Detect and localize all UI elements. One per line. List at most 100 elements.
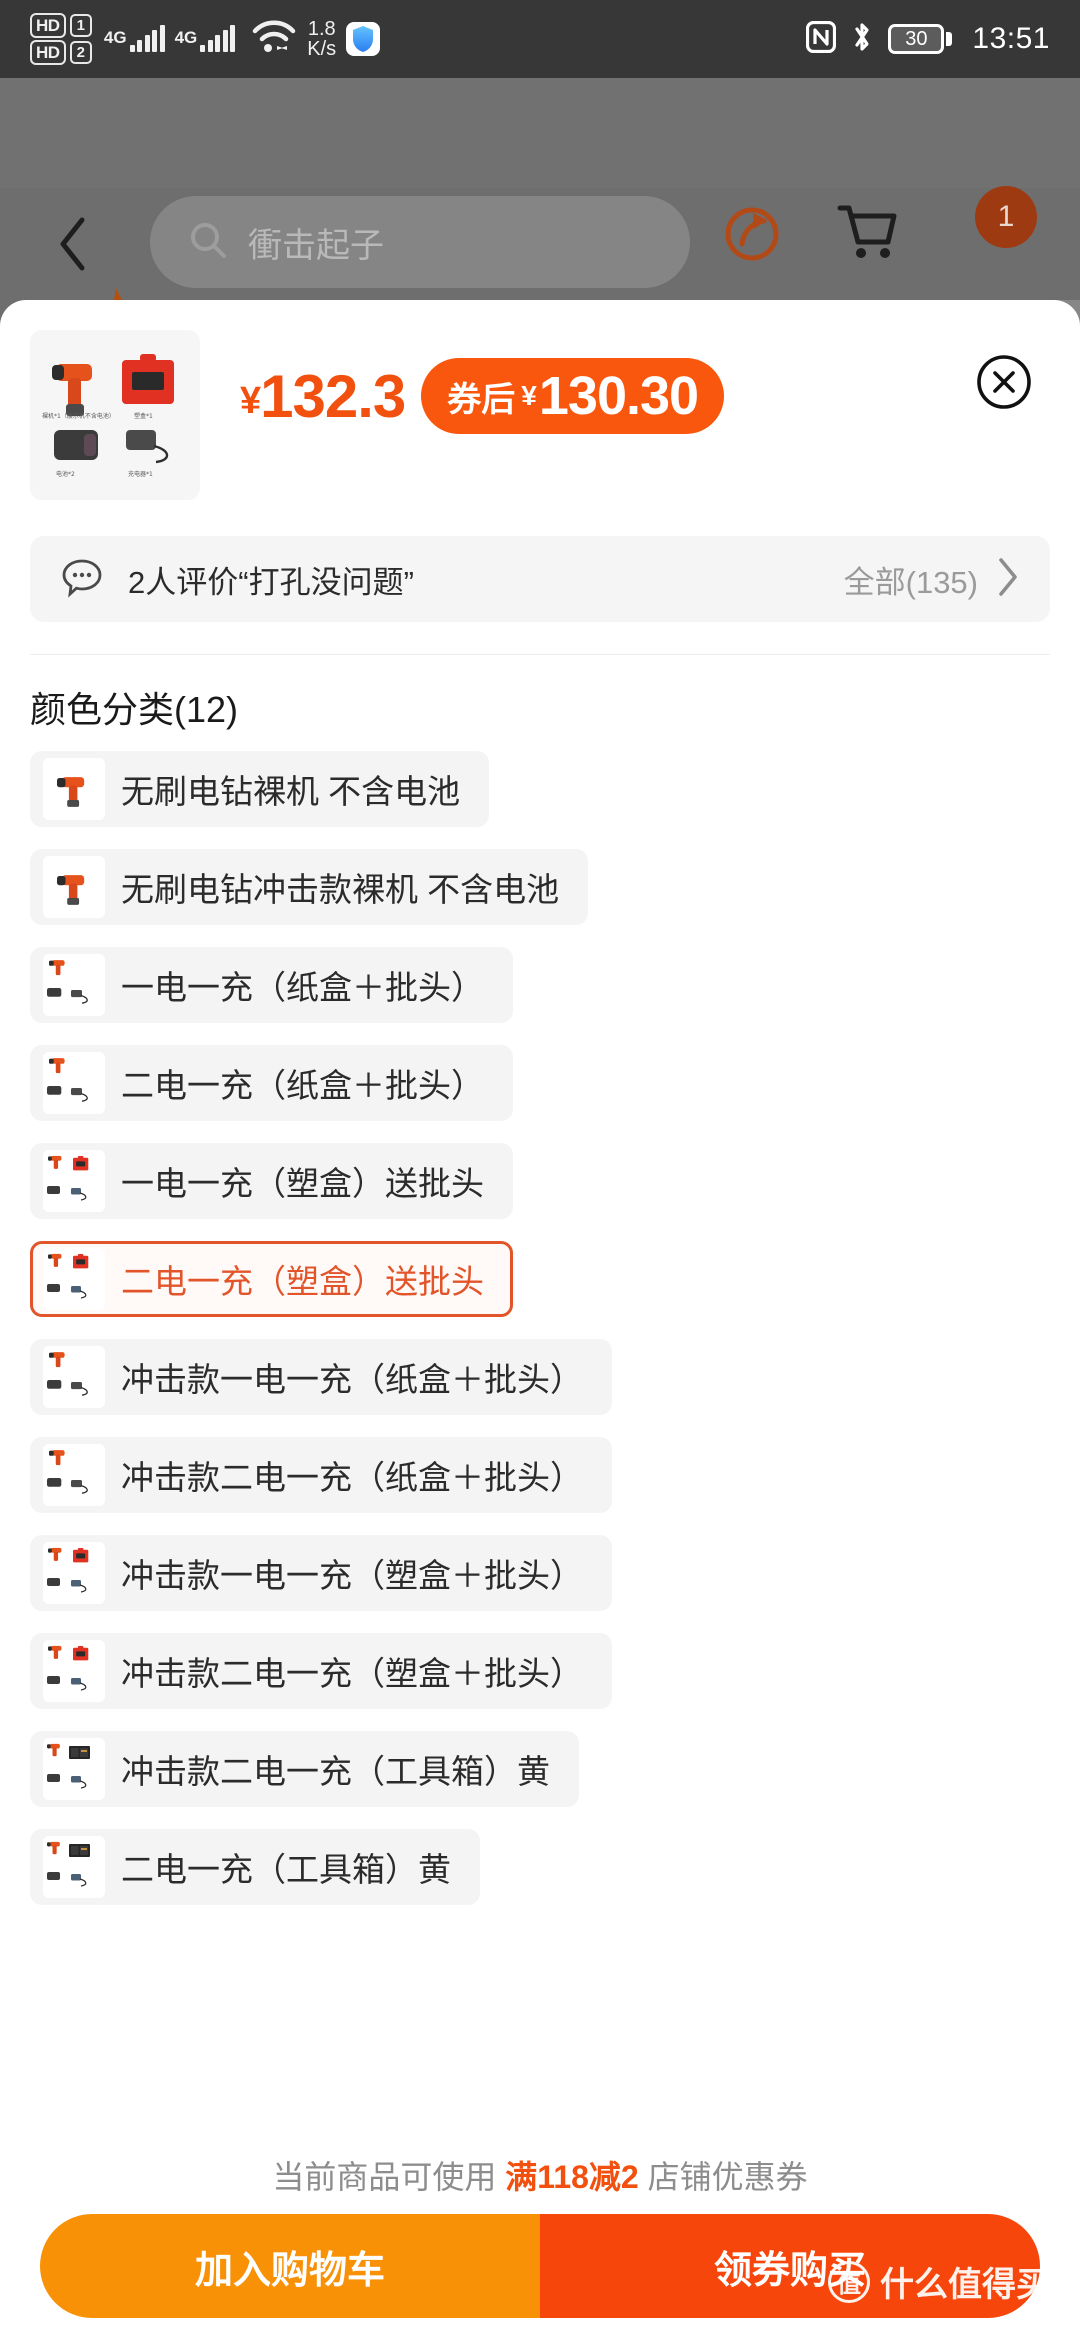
sim1-number: 1 xyxy=(69,14,92,37)
sku-option-row: 二电一充（工具箱）黄 xyxy=(30,1829,1050,1927)
hd-badge-sim1: HD xyxy=(30,13,66,38)
sku-option-4[interactable]: 一电一充（塑盒）送批头 xyxy=(30,1143,513,1219)
sku-option-label: 冲击款一电一充（塑盒＋批头） xyxy=(121,1557,583,1594)
sku-option-0[interactable]: 无刷电钻裸机 不含电池 xyxy=(30,751,490,827)
selected-sku-thumbnail[interactable]: 裸机*1（展示机不含电池） 塑盒*1 电池*2 充电器*1 xyxy=(30,330,200,500)
network-speed: 1.8 K/s xyxy=(307,19,336,59)
add-to-cart-button[interactable]: 加入购物车 xyxy=(40,2214,540,2318)
svg-text:塑盒*1: 塑盒*1 xyxy=(134,412,153,420)
price-amount: 132.3 xyxy=(260,362,406,430)
sheet-price-header: 裸机*1（展示机不含电池） 塑盒*1 电池*2 充电器*1 ¥132.3 券后 … xyxy=(0,300,1080,530)
sku-option-2[interactable]: 一电一充（纸盒＋批头） xyxy=(30,947,513,1023)
status-bar-right: 30 13:51 xyxy=(806,20,1050,59)
sku-option-thumbnail xyxy=(43,1640,105,1702)
battery-level: 30 xyxy=(888,24,945,54)
sku-option-8[interactable]: 冲击款一电一充（塑盒＋批头） xyxy=(30,1535,612,1611)
network-type-sim1: 4G xyxy=(103,28,127,47)
sku-option-thumbnail xyxy=(43,1444,105,1506)
sku-option-1[interactable]: 无刷电钻冲击款裸机 不含电池 xyxy=(30,849,589,925)
review-summary-text: 2人评价“打孔没问题” xyxy=(128,564,414,600)
sku-option-thumbnail xyxy=(43,1836,105,1898)
sku-option-list: 无刷电钻裸机 不含电池无刷电钻冲击款裸机 不含电池 一电一充（纸盒＋批头） 二电一充… xyxy=(0,751,1080,1927)
svg-text:电池*2: 电池*2 xyxy=(56,470,75,478)
current-price: ¥132.3 xyxy=(240,362,406,431)
status-bar-left: HD 1 HD 2 4G 4G 1.8 K/s xyxy=(30,13,381,65)
sku-option-thumbnail xyxy=(43,1738,105,1800)
dual-sim-indicator: HD 1 HD 2 xyxy=(30,13,92,65)
sku-option-row: 冲击款一电一充（塑盒＋批头） xyxy=(30,1535,1050,1633)
network-speed-unit: K/s xyxy=(307,38,337,60)
search-input-value: 衝击起子 xyxy=(248,226,384,265)
svg-text:裸机*1（展示机不含电池）: 裸机*1（展示机不含电池） xyxy=(42,412,115,420)
sku-option-thumbnail xyxy=(43,758,105,820)
sku-option-label: 冲击款一电一充（纸盒＋批头） xyxy=(121,1361,583,1398)
sku-option-thumbnail xyxy=(43,1346,105,1408)
comment-bubble-icon xyxy=(60,555,104,604)
sku-option-thumbnail xyxy=(43,1248,105,1310)
sku-option-6[interactable]: 冲击款一电一充（纸盒＋批头） xyxy=(30,1339,612,1415)
sku-option-label: 一电一充（塑盒）送批头 xyxy=(121,1165,484,1202)
sku-option-label: 无刷电钻冲击款裸机 不含电池 xyxy=(121,871,560,908)
coupon-note-prefix: 当前商品可使用 xyxy=(272,2159,506,2195)
sku-option-label: 冲击款二电一充（工具箱）黄 xyxy=(121,1753,550,1790)
share-icon[interactable] xyxy=(720,200,784,269)
sku-option-label: 二电一充（塑盒）送批头 xyxy=(121,1263,484,1300)
buy-with-coupon-button[interactable]: 领券购买 xyxy=(540,2214,1040,2318)
sku-option-row: 一电一充（纸盒＋批头） xyxy=(30,947,1050,1045)
background-navbar xyxy=(0,78,1080,188)
coupon-note-suffix: 店铺优惠券 xyxy=(638,2159,808,2195)
sku-option-9[interactable]: 冲击款二电一充（塑盒＋批头） xyxy=(30,1633,612,1709)
sku-option-label: 冲击款二电一充（纸盒＋批头） xyxy=(121,1459,583,1496)
coupon-price-label: 券后 xyxy=(447,380,516,419)
shield-icon xyxy=(346,22,381,56)
cart-count-badge: 1 xyxy=(975,186,1037,248)
chevron-right-icon xyxy=(996,556,1020,603)
sku-option-thumbnail xyxy=(43,856,105,918)
wifi-icon xyxy=(251,19,297,60)
sku-option-row: 二电一充（塑盒）送批头 xyxy=(30,1241,1050,1339)
battery-cap xyxy=(946,32,953,46)
sku-option-10[interactable]: 冲击款二电一充（工具箱）黄 xyxy=(30,1731,579,1807)
sku-option-label: 冲击款二电一充（塑盒＋批头） xyxy=(121,1655,583,1692)
action-button-bar: 加入购物车 领券购买 xyxy=(40,2214,1040,2318)
coupon-price-pill: 券后 ¥ 130.30 xyxy=(421,358,725,434)
phone-screen: HD 1 HD 2 4G 4G 1.8 K/s 30 13:51 衝击起子 1 … xyxy=(0,0,1080,2340)
sku-option-row: 冲击款二电一充（纸盒＋批头） xyxy=(30,1437,1050,1535)
navbar-action-icons xyxy=(720,200,900,269)
network-speed-value: 1.8 xyxy=(307,18,336,40)
back-chevron-icon[interactable] xyxy=(56,216,90,277)
coupon-note-highlight: 满118减2 xyxy=(505,2159,639,2195)
coupon-currency-symbol: ¥ xyxy=(521,380,537,411)
sku-option-11[interactable]: 二电一充（工具箱）黄 xyxy=(30,1829,480,1905)
sku-option-row: 冲击款二电一充（工具箱）黄 xyxy=(30,1731,1050,1829)
signal-indicator-sim2: 4G xyxy=(175,25,236,52)
hd-badge-sim2: HD xyxy=(30,40,66,65)
sku-option-thumbnail xyxy=(43,1052,105,1114)
sku-option-row: 二电一充（纸盒＋批头） xyxy=(30,1045,1050,1143)
sku-option-5[interactable]: 二电一充（塑盒）送批头 xyxy=(30,1241,513,1317)
coupon-price-amount: 130.30 xyxy=(538,366,699,426)
price-currency-symbol: ¥ xyxy=(240,379,261,422)
sku-option-label: 一电一充（纸盒＋批头） xyxy=(121,969,484,1006)
price-block: ¥132.3 券后 ¥ 130.30 xyxy=(240,358,725,434)
sku-option-label: 二电一充（工具箱）黄 xyxy=(121,1851,451,1888)
svg-text:充电器*1: 充电器*1 xyxy=(128,470,153,478)
sku-selection-sheet: 裸机*1（展示机不含电池） 塑盒*1 电池*2 充电器*1 ¥132.3 券后 … xyxy=(0,300,1080,2340)
close-circle-icon[interactable] xyxy=(974,352,1034,412)
status-bar-clock: 13:51 xyxy=(972,22,1050,55)
signal-bars-sim1 xyxy=(129,25,165,52)
sku-option-row: 无刷电钻裸机 不含电池 xyxy=(30,751,1050,849)
review-link[interactable]: 全部(135) xyxy=(844,556,1020,603)
sku-option-label: 无刷电钻裸机 不含电池 xyxy=(121,773,461,810)
search-input[interactable]: 衝击起子 xyxy=(150,196,690,288)
review-summary-strip[interactable]: 2人评价“打孔没问题” 全部(135) xyxy=(30,536,1050,622)
color-section-title: 颜色分类(12) xyxy=(30,689,239,730)
sku-option-7[interactable]: 冲击款二电一充（纸盒＋批头） xyxy=(30,1437,612,1513)
cart-icon[interactable] xyxy=(832,200,900,269)
section-divider xyxy=(30,654,1050,655)
bluetooth-icon xyxy=(850,20,874,59)
sku-option-row: 冲击款一电一充（纸盒＋批头） xyxy=(30,1339,1050,1437)
sku-option-row: 冲击款二电一充（塑盒＋批头） xyxy=(30,1633,1050,1731)
review-all-label: 全部(135) xyxy=(843,564,978,600)
sku-option-3[interactable]: 二电一充（纸盒＋批头） xyxy=(30,1045,513,1121)
